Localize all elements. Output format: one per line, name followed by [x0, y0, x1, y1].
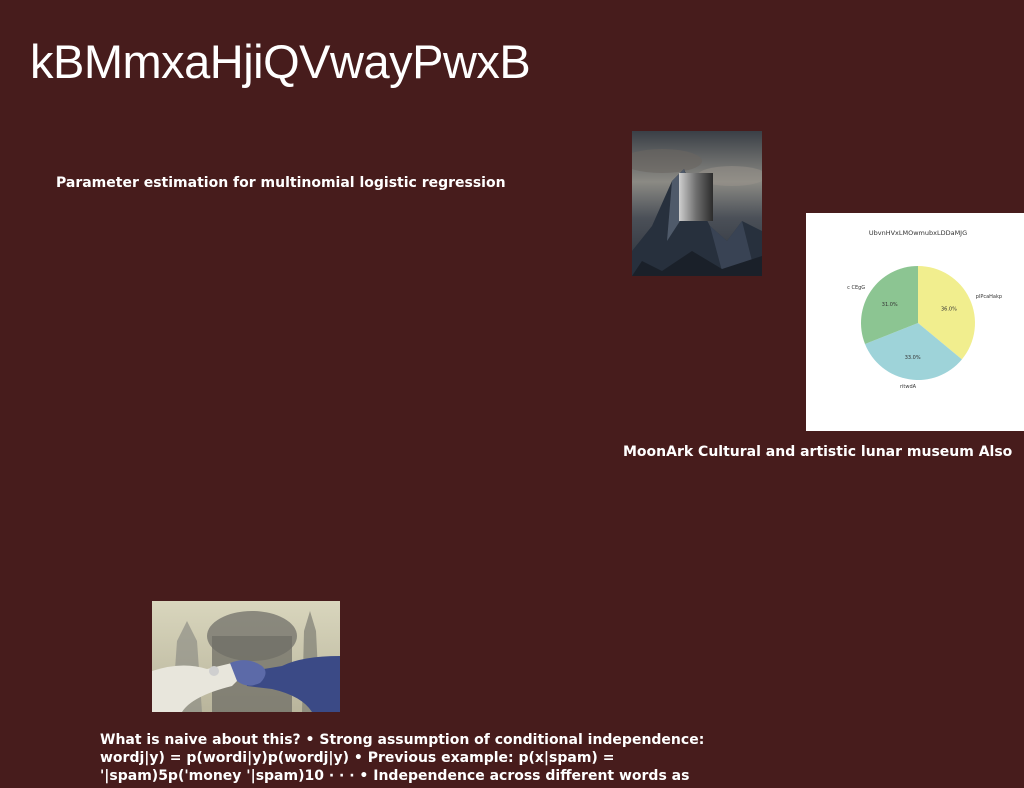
pie-chart: UbvnHVxLMOwmubxLDDaMJG 36.0% plPcaHakp 33.… — [806, 213, 1024, 431]
body-line: What is naive about this? • Strong assum… — [100, 732, 705, 748]
slide-subtitle: Parameter estimation for multinomial log… — [56, 175, 506, 191]
body-line: wordj|y) = p(wordi|y)p(wordj|y) • Previo… — [100, 750, 615, 766]
body-text: What is naive about this? • Strong assum… — [100, 731, 760, 785]
holding-hands-image — [152, 601, 340, 712]
museum-caption: MoonArk Cultural and artistic lunar muse… — [623, 444, 1013, 460]
mountain-monolith-image — [632, 131, 762, 276]
slide-title: kBMmxaHjiQVwayPwxB — [30, 35, 531, 88]
chart-title: UbvnHVxLMOwmubxLDDaMJG — [869, 229, 967, 237]
pie-percent-label: 31.0% — [882, 302, 898, 308]
pie-category-label: ritwdA — [900, 384, 917, 390]
pie-category-label: c CEgG — [847, 285, 865, 291]
pie-percent-label: 33.0% — [905, 355, 921, 361]
pie-percent-label: 36.0% — [941, 306, 957, 312]
body-line: '|spam)5p('money '|spam)10 · · · • Indep… — [100, 768, 690, 784]
pie-category-label: plPcaHakp — [976, 294, 1002, 300]
